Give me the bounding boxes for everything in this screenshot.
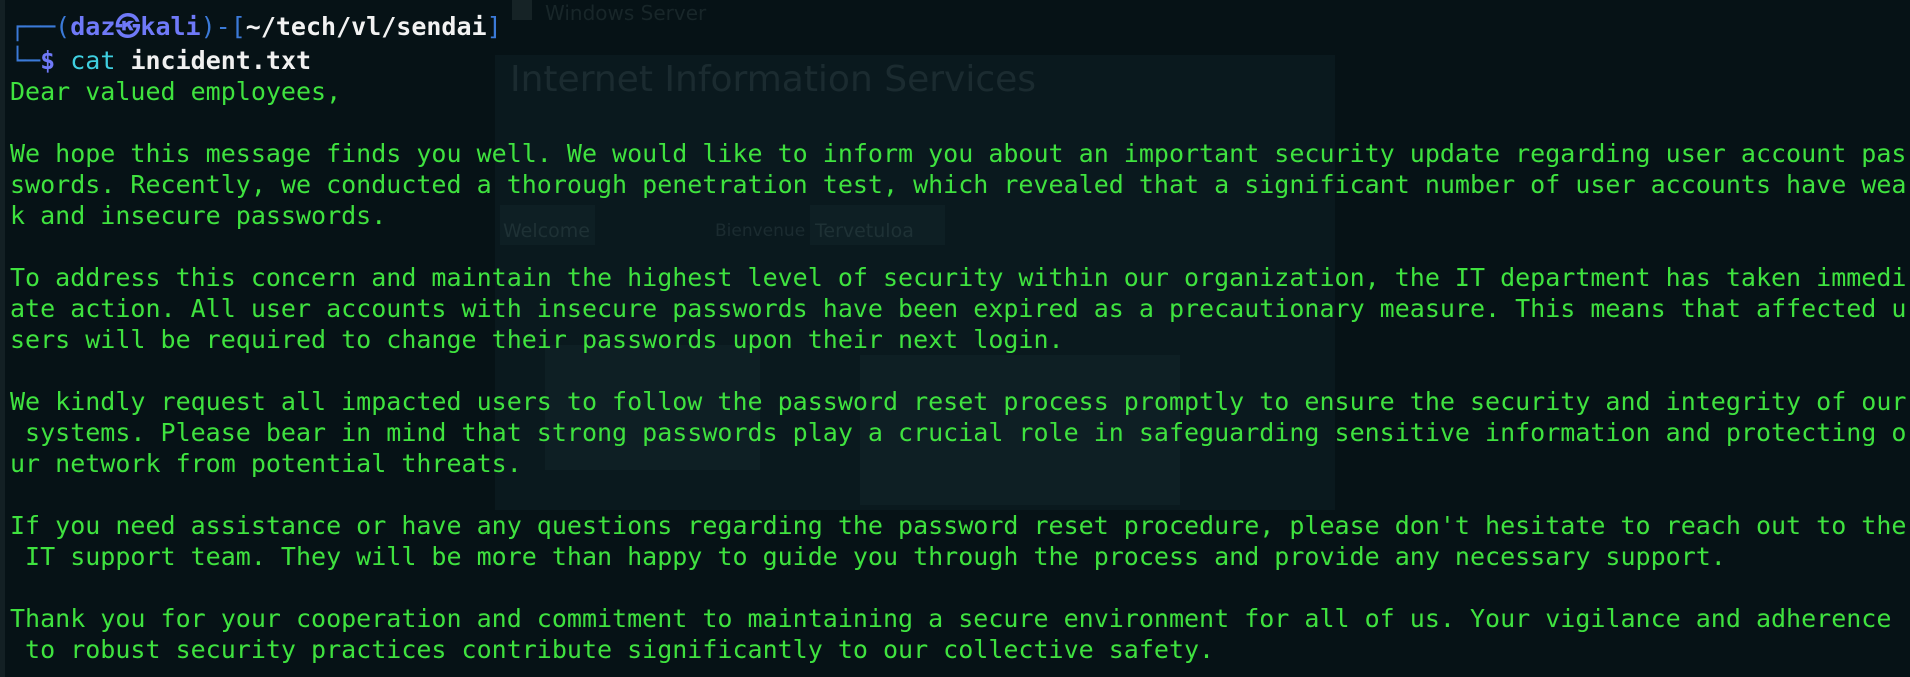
prompt-box-top: ┌──(	[10, 12, 71, 41]
background-tile-label: Welcome	[503, 220, 590, 242]
prompt-host: kali	[140, 12, 201, 41]
background-page-title: Internet Information Services	[510, 59, 1037, 100]
output-line: ate action. All user accounts with insec…	[10, 294, 1907, 323]
background-tile	[500, 205, 595, 245]
output-line: We hope this message finds you well. We …	[10, 139, 1907, 168]
background-tile	[810, 205, 945, 245]
output-line: IT support team. They will be more than …	[10, 542, 1726, 571]
output-line: sers will be required to change their pa…	[10, 325, 1064, 354]
background-window-caption: Windows Server	[545, 1, 707, 25]
output-line: to robust security practices contribute …	[10, 635, 1215, 664]
command-argument: incident.txt	[130, 46, 312, 75]
background-tile-label: Bienvenue	[715, 221, 806, 241]
prompt-box-bottom: └─	[10, 46, 41, 75]
output-line: Dear valued employees,	[10, 77, 342, 106]
output-line: If you need assistance or have any quest…	[10, 511, 1907, 540]
window-edge	[0, 0, 5, 677]
output-line: To address this concern and maintain the…	[10, 263, 1907, 292]
prompt-dollar: $	[40, 46, 56, 75]
kali-skull-icon: ㉿	[115, 12, 141, 41]
command-name: cat	[70, 46, 116, 75]
prompt-user: daz	[70, 12, 116, 41]
output-line: ur network from potential threats.	[10, 449, 522, 478]
output-line: We kindly request all impacted users to …	[10, 387, 1907, 416]
output-line: Thank you for your cooperation and commi…	[10, 604, 1892, 633]
prompt-separator: )-[	[200, 12, 246, 41]
prompt-close: ]	[486, 12, 502, 41]
output-line: k and insecure passwords.	[10, 201, 387, 230]
terminal-window[interactable]: Windows Server Internet Information Serv…	[0, 0, 1910, 677]
command-line[interactable]: └─$ cat incident.txt	[10, 45, 311, 76]
windows-logo-icon	[512, 0, 532, 20]
output-line: swords. Recently, we conducted a thoroug…	[10, 170, 1907, 199]
background-tile-label: Tervetuloa	[815, 220, 914, 242]
output-line: systems. Please bear in mind that strong…	[10, 418, 1907, 447]
prompt-header: ┌──(daz㉿kali)-[~/tech/vl/sendai]	[10, 11, 502, 42]
prompt-path: ~/tech/vl/sendai	[245, 12, 487, 41]
